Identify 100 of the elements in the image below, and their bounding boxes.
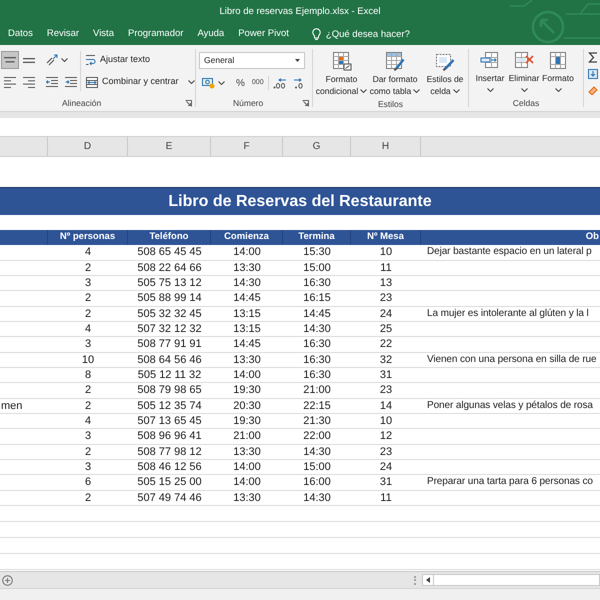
table-cell-text: 21:00 — [302, 383, 332, 398]
column-heading: Comienza — [211, 230, 283, 245]
table-cell-text: 13:30 — [232, 491, 262, 505]
tell-me-field[interactable]: ¿Qué desea hacer? — [326, 26, 426, 42]
angled-text-icon — [46, 54, 58, 66]
caret-icon — [188, 80, 195, 84]
ribbon-tab[interactable]: Ayuda — [192, 24, 230, 45]
table-cell-text: 6 — [84, 475, 92, 490]
table-cell-text: 2 — [84, 445, 92, 459]
column-heading: Nº Mesa — [351, 230, 421, 245]
percent-style-button[interactable]: % — [233, 74, 248, 92]
column-header[interactable]: H — [351, 137, 421, 156]
table-cell-text: Vienen con una persona en silla de rue — [426, 353, 598, 367]
table-cell-text: 19:30 — [232, 383, 262, 398]
table-cell-text: 505 32 32 45 — [136, 307, 203, 321]
increase-indent-icon — [65, 76, 77, 88]
format-as-table-button[interactable]: Dar formato como tabla — [368, 51, 422, 97]
table-cell-text: La mujer es intolerante al glúten y la l — [426, 307, 590, 321]
cell-styles-button[interactable]: Estilos de celda — [422, 51, 468, 97]
table-cell-text: 2 — [84, 491, 92, 505]
table-cell-text: 25 — [378, 322, 394, 336]
group-label: Estilos — [378, 98, 404, 110]
caret-icon — [413, 89, 420, 93]
column-heading: Nº personas — [48, 230, 128, 245]
group-label: Número — [233, 97, 264, 110]
banknote-icon — [202, 77, 215, 89]
table-cell-text: 13:15 — [232, 307, 262, 321]
table-cell-text: 31 — [378, 368, 394, 382]
table-cell-text: 508 79 98 65 — [136, 383, 203, 398]
table-cell-text: Preparar una tarta para 6 personas co — [426, 475, 594, 489]
number-format-field[interactable]: General — [199, 52, 305, 69]
table-cell-text: 10 — [378, 245, 394, 260]
table-cell-text: Dejar bastante espacio en un lateral p — [426, 245, 593, 259]
table-cell-text: 14:45 — [232, 337, 262, 352]
caret-icon — [61, 58, 68, 62]
table-cell-text: 21:30 — [302, 414, 332, 428]
plus-circle-icon — [2, 574, 12, 586]
dialog-launcher-icon — [302, 100, 309, 107]
table-cell-text: 2 — [84, 307, 92, 321]
table-cell-text: 15:00 — [302, 261, 332, 275]
horizontal-scrollbar[interactable] — [422, 574, 600, 586]
table-cell-text: 14:30 — [302, 445, 332, 459]
ribbon-tab[interactable]: Programador — [122, 24, 188, 45]
delete-cells-button[interactable]: Eliminar — [507, 51, 541, 96]
table-cell-text: 14:00 — [232, 460, 262, 474]
table-cell-text: 13:30 — [232, 353, 262, 367]
table-cell-text: 21:00 — [232, 429, 262, 444]
ribbon-tab[interactable]: Power Pivot — [233, 24, 294, 45]
table-cell-text: 507 32 12 32 — [136, 322, 203, 336]
table-cell-text: 3 — [84, 337, 92, 352]
table-cell-text: 508 77 91 91 — [136, 337, 203, 352]
table-cell-text: 508 46 12 56 — [136, 460, 203, 474]
group-label: Alineación — [62, 97, 102, 110]
table-cell-text: 14:45 — [232, 291, 262, 306]
conditional-formatting-button[interactable]: Formato condicional — [315, 51, 368, 97]
table-cell-text: 508 22 64 66 — [136, 261, 203, 275]
table-cell-text: 13:30 — [232, 261, 262, 275]
table-cell-text: 22:15 — [302, 399, 332, 413]
merge-cells-icon — [86, 76, 98, 88]
table-cell-text: 505 12 11 32 — [136, 368, 202, 382]
column-heading: Ob — [584, 230, 600, 244]
table-cell-text: 23 — [378, 291, 394, 306]
table-cell-text: 11 — [379, 261, 393, 275]
table-cell-text: 2 — [84, 383, 92, 398]
table-cell-text: 22:00 — [302, 429, 332, 444]
align-top-button[interactable] — [1, 51, 19, 69]
table-cell-text: 24 — [378, 307, 394, 321]
ribbon-tab[interactable]: Vista — [88, 24, 119, 45]
ribbon-tab[interactable]: Revisar — [42, 24, 84, 45]
wrap-text-button[interactable]: Ajustar texto — [84, 51, 197, 69]
sum-icon — [588, 52, 598, 63]
lightbulb-icon — [312, 28, 321, 41]
table-cell-text: 2 — [84, 291, 92, 306]
column-header[interactable]: G — [283, 137, 351, 156]
caret-icon — [520, 88, 528, 92]
table-cell-text: 16:15 — [302, 291, 332, 306]
table-cell-text: 23 — [378, 445, 394, 459]
add-sheet-button[interactable] — [1, 574, 13, 586]
table-cell-text: 16:30 — [302, 276, 332, 290]
splitter-handle[interactable] — [414, 576, 416, 584]
table-cell-text: 24 — [378, 460, 394, 474]
table-cell-text: 14:30 — [302, 491, 332, 505]
table-cell-text: 505 12 35 74 — [136, 399, 203, 413]
ribbon-tab[interactable]: Datos — [3, 24, 38, 45]
increase-decimal-icon — [272, 78, 287, 88]
fill-down-icon — [588, 69, 598, 79]
align-middle-icon — [23, 58, 35, 62]
column-header[interactable]: D — [48, 137, 128, 156]
column-header[interactable]: E — [128, 137, 211, 156]
table-cell-text: 13:30 — [232, 445, 262, 459]
column-header[interactable]: F — [211, 137, 283, 156]
table-cell-text: 505 15 25 00 — [136, 475, 203, 490]
table-cell-text: 14:00 — [232, 245, 262, 260]
table-cell-text: 13 — [378, 276, 394, 290]
table-cell-text: 12 — [378, 429, 394, 444]
insert-cells-button[interactable]: Insertar — [473, 51, 507, 96]
table-cell-text: 23 — [378, 383, 394, 398]
caret-icon — [452, 89, 460, 93]
format-cells-button[interactable]: Formato — [541, 51, 575, 96]
table-cell-text: 505 88 99 14 — [136, 291, 203, 306]
